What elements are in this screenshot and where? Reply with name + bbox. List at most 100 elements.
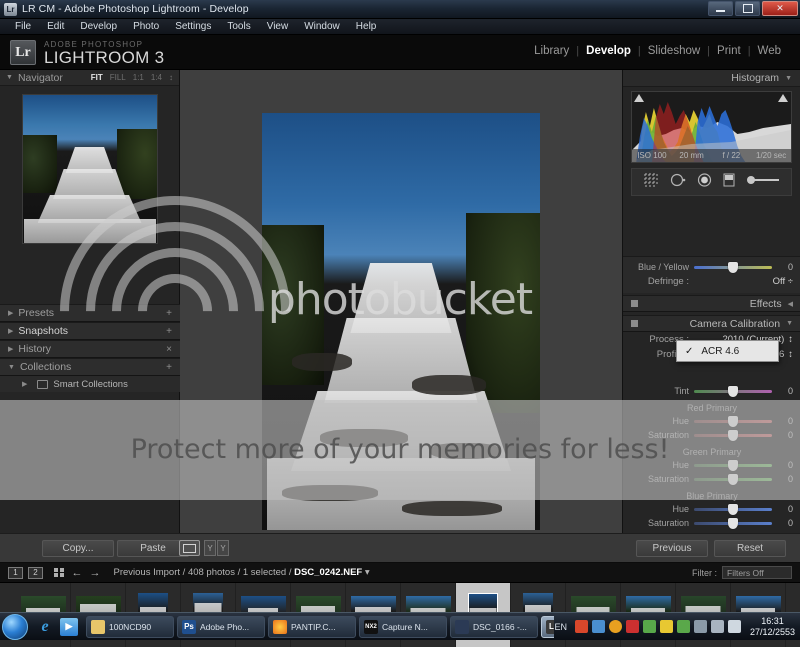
zoom-1-4[interactable]: 1:4 bbox=[151, 73, 162, 82]
red-saturation-slider[interactable] bbox=[694, 429, 772, 441]
effects-panel-header[interactable]: Effects ◀ bbox=[623, 295, 800, 312]
menu-settings[interactable]: Settings bbox=[167, 19, 219, 35]
antivirus-icon[interactable] bbox=[625, 620, 639, 633]
back-arrow-icon[interactable]: ← bbox=[72, 567, 83, 579]
compare-view-toggle[interactable]: Y Y bbox=[204, 540, 229, 556]
blue-hue-row[interactable]: Hue 0 bbox=[623, 502, 800, 516]
copy-button[interactable]: Copy... bbox=[42, 540, 114, 557]
menu-develop[interactable]: Develop bbox=[72, 19, 125, 35]
sidebar-item-presets[interactable]: ▶ Presets + bbox=[0, 304, 180, 322]
shadow-clipping-icon[interactable] bbox=[634, 94, 645, 105]
slider-knob[interactable] bbox=[728, 429, 738, 441]
slider-knob[interactable] bbox=[728, 261, 738, 273]
green-hue-slider[interactable] bbox=[694, 459, 772, 471]
module-develop[interactable]: Develop bbox=[579, 45, 638, 57]
spot-removal-icon[interactable] bbox=[670, 173, 686, 192]
red-hue-slider[interactable] bbox=[694, 415, 772, 427]
blue-yellow-slider[interactable] bbox=[694, 261, 772, 273]
adjustment-brush-icon[interactable] bbox=[746, 173, 780, 191]
grid-view-icon[interactable] bbox=[54, 567, 64, 578]
slider-knob[interactable] bbox=[728, 459, 738, 471]
maximize-button[interactable] bbox=[735, 1, 760, 16]
zoom-1-1[interactable]: 1:1 bbox=[133, 73, 144, 82]
reset-button[interactable]: Reset bbox=[714, 540, 786, 557]
page-2-button[interactable]: 2 bbox=[28, 566, 43, 579]
minimize-button[interactable] bbox=[708, 1, 733, 16]
module-print[interactable]: Print bbox=[710, 45, 748, 57]
red-saturation-row[interactable]: Saturation 0 bbox=[623, 428, 800, 442]
sidebar-item-snapshots[interactable]: ▶ Snapshots + bbox=[0, 322, 180, 340]
menu-view[interactable]: View bbox=[259, 19, 297, 35]
windows-media-player-icon[interactable]: ▶ bbox=[60, 617, 78, 636]
blue-yellow-slider-row[interactable]: Blue / Yellow 0 bbox=[623, 260, 800, 274]
printer-icon[interactable] bbox=[676, 620, 690, 633]
before-view-icon[interactable]: Y bbox=[204, 540, 216, 556]
filter-select[interactable]: Filters Off bbox=[722, 566, 792, 579]
graduated-filter-icon[interactable] bbox=[723, 173, 735, 192]
taskbar-item-lightroom[interactable]: Lr LR CM - A... bbox=[541, 615, 555, 638]
green-saturation-slider[interactable] bbox=[694, 473, 772, 485]
start-button-icon[interactable] bbox=[2, 613, 28, 640]
breadcrumb-caret-icon[interactable]: ▾ bbox=[365, 567, 370, 578]
sidebar-item-history[interactable]: ▶ History × bbox=[0, 340, 180, 358]
module-library[interactable]: Library bbox=[527, 45, 576, 57]
update-icon[interactable] bbox=[574, 620, 588, 633]
camera-calibration-header[interactable]: Camera Calibration ▼ bbox=[623, 315, 800, 332]
taskbar-item-photoshop[interactable]: Ps Adobe Pho... bbox=[177, 615, 265, 638]
blue-saturation-row[interactable]: Saturation 0 bbox=[623, 516, 800, 530]
shield-icon[interactable] bbox=[608, 620, 622, 633]
clock[interactable]: 16:31 27/12/2553 bbox=[745, 616, 800, 638]
green-hue-row[interactable]: Hue 0 bbox=[623, 458, 800, 472]
taskbar-item-capture-nx2[interactable]: NX2 Capture N... bbox=[359, 615, 447, 638]
defringe-row[interactable]: Defringe : Off ÷ bbox=[623, 274, 800, 289]
defringe-dropdown[interactable]: Off ÷ bbox=[773, 276, 793, 287]
slider-knob[interactable] bbox=[728, 517, 738, 529]
page-1-button[interactable]: 1 bbox=[8, 566, 23, 579]
tint-slider-row[interactable]: Tint 0 bbox=[623, 384, 800, 398]
slider-knob[interactable] bbox=[728, 415, 738, 427]
effects-switch-icon[interactable] bbox=[631, 300, 638, 307]
zoom-stepper-icon[interactable]: ↕ bbox=[169, 73, 173, 82]
zoom-fit[interactable]: FIT bbox=[91, 73, 103, 82]
menu-help[interactable]: Help bbox=[348, 19, 385, 35]
navigator-preview[interactable] bbox=[21, 94, 158, 244]
previous-button[interactable]: Previous bbox=[636, 540, 708, 557]
collections-add-icon[interactable]: + bbox=[166, 362, 172, 373]
loupe-view-icon[interactable] bbox=[179, 540, 200, 556]
flash-icon[interactable] bbox=[659, 620, 673, 633]
blue-saturation-slider[interactable] bbox=[694, 517, 772, 529]
sync-icon[interactable] bbox=[710, 620, 724, 633]
sidebar-item-collections[interactable]: ▼ Collections + bbox=[0, 358, 180, 376]
module-web[interactable]: Web bbox=[751, 45, 788, 57]
red-hue-row[interactable]: Hue 0 bbox=[623, 414, 800, 428]
crop-overlay-icon[interactable] bbox=[644, 173, 659, 192]
slider-knob[interactable] bbox=[728, 503, 738, 515]
snapshots-add-icon[interactable]: + bbox=[166, 326, 172, 337]
internet-explorer-icon[interactable]: e bbox=[36, 618, 54, 636]
forward-arrow-icon[interactable]: → bbox=[90, 567, 101, 579]
sidebar-item-smart-collections[interactable]: ▶ Smart Collections bbox=[0, 376, 180, 392]
menu-file[interactable]: File bbox=[7, 19, 39, 35]
slider-knob[interactable] bbox=[728, 473, 738, 485]
battery-icon[interactable] bbox=[642, 620, 656, 633]
profile-option-acr46[interactable]: ACR 4.6 bbox=[701, 346, 739, 357]
highlight-clipping-icon[interactable] bbox=[778, 94, 789, 105]
volume-icon[interactable] bbox=[727, 620, 741, 633]
breadcrumb[interactable]: Previous Import / 408 photos / 1 selecte… bbox=[114, 567, 370, 578]
taskbar-item-dsc0166[interactable]: DSC_0166 -... bbox=[450, 615, 538, 638]
zoom-fill[interactable]: FILL bbox=[110, 73, 126, 82]
histogram-graph[interactable]: ISO 100 20 mm f / 22 1/20 sec bbox=[631, 91, 792, 163]
calibration-switch-icon[interactable] bbox=[631, 320, 638, 327]
image-canvas[interactable] bbox=[180, 70, 622, 533]
taskbar-item-pantip[interactable]: PANTIP.C... bbox=[268, 615, 356, 638]
menu-edit[interactable]: Edit bbox=[39, 19, 72, 35]
red-eye-icon[interactable] bbox=[697, 172, 712, 192]
module-slideshow[interactable]: Slideshow bbox=[641, 45, 707, 57]
slider-knob[interactable] bbox=[728, 385, 738, 397]
navigator-header[interactable]: ▼ Navigator FIT FILL 1:1 1:4 ↕ bbox=[0, 70, 179, 86]
histogram-header[interactable]: Histogram ▼ bbox=[623, 70, 800, 87]
presets-add-icon[interactable]: + bbox=[166, 308, 172, 319]
blue-hue-slider[interactable] bbox=[694, 503, 772, 515]
after-view-icon[interactable]: Y bbox=[217, 540, 229, 556]
network-icon[interactable] bbox=[591, 620, 605, 633]
